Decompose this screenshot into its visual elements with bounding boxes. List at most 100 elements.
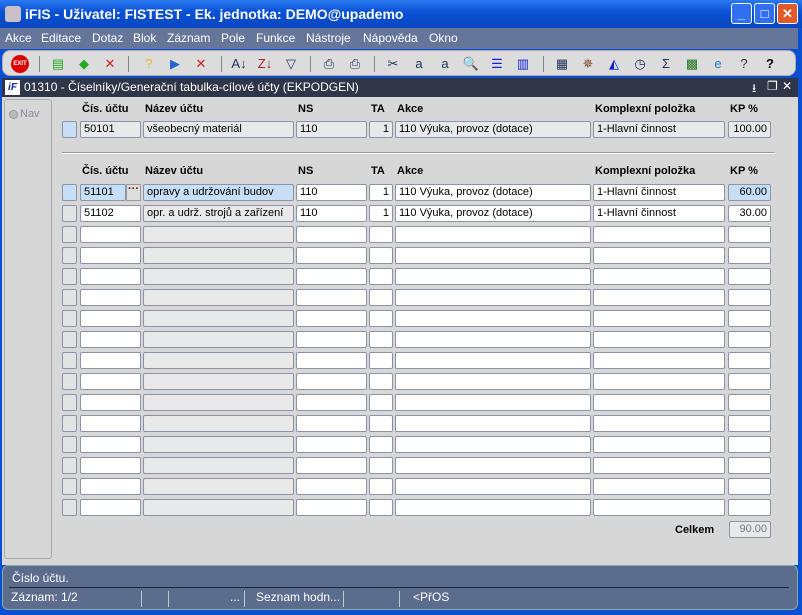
detail-nazev-field[interactable] <box>143 331 294 348</box>
detail-ta-field[interactable] <box>369 436 393 453</box>
detail-kp-field[interactable] <box>728 226 771 243</box>
detail-ns-field[interactable] <box>296 268 367 285</box>
save-record-icon[interactable]: ◆ <box>75 55 93 73</box>
detail-kp-field[interactable]: 30.00 <box>728 205 771 222</box>
master-cis-field[interactable]: 50101 <box>80 121 141 138</box>
detail-kp_item-field[interactable]: 1-Hlavní činnost <box>593 205 725 222</box>
master-row-selector[interactable] <box>62 121 77 138</box>
cancel-query-icon[interactable]: ✕ <box>192 55 210 73</box>
detail-cis-field[interactable] <box>80 247 141 264</box>
detail-cis-field[interactable] <box>80 499 141 516</box>
detail-nazev-field[interactable] <box>143 247 294 264</box>
detail-ns-field[interactable] <box>296 415 367 432</box>
find-icon[interactable]: 🔍 <box>462 55 480 73</box>
detail-kp_item-field[interactable] <box>593 226 725 243</box>
detail-cis-field[interactable] <box>80 478 141 495</box>
columns-icon[interactable]: ▥ <box>514 55 532 73</box>
detail-ns-field[interactable] <box>296 247 367 264</box>
detail-ns-field[interactable]: 110 <box>296 184 367 201</box>
detail-row-selector[interactable] <box>62 457 77 474</box>
sum-icon[interactable]: Σ <box>657 55 675 73</box>
help-icon[interactable]: ? <box>761 55 779 73</box>
detail-kp_item-field[interactable] <box>593 352 725 369</box>
detail-cis-field[interactable] <box>80 331 141 348</box>
detail-cis-field[interactable] <box>80 352 141 369</box>
menu-akce[interactable]: Akce <box>5 31 32 45</box>
detail-akce-field[interactable] <box>395 436 591 453</box>
minimize-button[interactable]: _ <box>731 3 752 24</box>
paste-icon[interactable]: a <box>436 55 454 73</box>
detail-cis-field[interactable]: 51101 <box>80 184 126 201</box>
detail-row-selector[interactable] <box>62 436 77 453</box>
detail-row-selector[interactable] <box>62 478 77 495</box>
detail-nazev-field[interactable] <box>143 478 294 495</box>
detail-row-selector[interactable] <box>62 373 77 390</box>
print-preview-icon[interactable]: ⎙ <box>346 55 364 73</box>
detail-row-selector[interactable] <box>62 499 77 516</box>
detail-kp_item-field[interactable] <box>593 478 725 495</box>
detail-ta-field[interactable] <box>369 415 393 432</box>
detail-row-selector[interactable] <box>62 394 77 411</box>
detail-cis-field[interactable] <box>80 457 141 474</box>
print-icon[interactable]: ⎙ <box>320 55 338 73</box>
detail-kp-field[interactable] <box>728 352 771 369</box>
menu-okno[interactable]: Okno <box>429 31 458 45</box>
detail-akce-field[interactable] <box>395 457 591 474</box>
detail-nazev-field[interactable]: opravy a udržování budov <box>143 184 294 201</box>
close-button[interactable]: ✕ <box>777 3 798 24</box>
detail-row-selector[interactable] <box>62 415 77 432</box>
cut-icon[interactable]: ✂ <box>384 55 402 73</box>
detail-ta-field[interactable] <box>369 331 393 348</box>
menu-editace[interactable]: Editace <box>41 31 81 45</box>
browser-icon[interactable]: e <box>709 55 727 73</box>
detail-kp_item-field[interactable] <box>593 268 725 285</box>
settings-icon[interactable]: ✵ <box>579 55 597 73</box>
detail-cis-field[interactable] <box>80 373 141 390</box>
detail-ta-field[interactable] <box>369 499 393 516</box>
detail-cis-field[interactable]: 51102 <box>80 205 141 222</box>
detail-nazev-field[interactable] <box>143 415 294 432</box>
nav-radio[interactable] <box>9 110 18 119</box>
menu-funkce[interactable]: Funkce <box>256 31 295 45</box>
detail-ta-field[interactable] <box>369 289 393 306</box>
detail-row-selector[interactable] <box>62 352 77 369</box>
detail-kp-field[interactable] <box>728 247 771 264</box>
detail-akce-field[interactable] <box>395 478 591 495</box>
detail-cis-field[interactable] <box>80 436 141 453</box>
detail-akce-field[interactable] <box>395 289 591 306</box>
detail-kp-field[interactable] <box>728 310 771 327</box>
detail-ta-field[interactable]: 1 <box>369 205 393 222</box>
detail-akce-field[interactable] <box>395 331 591 348</box>
maximize-button[interactable]: □ <box>754 3 775 24</box>
detail-ns-field[interactable] <box>296 352 367 369</box>
detail-akce-field[interactable]: 110 Výuka, provoz (dotace) <box>395 205 591 222</box>
menu-pole[interactable]: Pole <box>221 31 245 45</box>
detail-row-selector[interactable] <box>62 331 77 348</box>
detail-nazev-field[interactable] <box>143 457 294 474</box>
detail-cis-field[interactable] <box>80 394 141 411</box>
detail-akce-field[interactable] <box>395 310 591 327</box>
detail-ta-field[interactable] <box>369 457 393 474</box>
detail-kp-field[interactable] <box>728 415 771 432</box>
delete-record-icon[interactable]: ✕ <box>101 55 119 73</box>
detail-kp_item-field[interactable] <box>593 436 725 453</box>
exit-button[interactable]: EXIT <box>11 55 29 73</box>
detail-ns-field[interactable]: 110 <box>296 205 367 222</box>
detail-kp_item-field[interactable] <box>593 415 725 432</box>
detail-ns-field[interactable] <box>296 457 367 474</box>
lov-button[interactable]: ··· <box>126 184 141 201</box>
detail-akce-field[interactable] <box>395 268 591 285</box>
detail-row-selector[interactable] <box>62 268 77 285</box>
excel-icon[interactable]: ▩ <box>683 55 701 73</box>
master-ta-field[interactable]: 1 <box>369 121 393 138</box>
detail-ta-field[interactable] <box>369 226 393 243</box>
detail-kp_item-field[interactable] <box>593 247 725 264</box>
detail-nazev-field[interactable] <box>143 436 294 453</box>
detail-ta-field[interactable] <box>369 373 393 390</box>
restore-form-icon[interactable]: ❐ <box>767 79 778 93</box>
detail-kp_item-field[interactable] <box>593 289 725 306</box>
detail-kp-field[interactable] <box>728 268 771 285</box>
detail-akce-field[interactable] <box>395 226 591 243</box>
detail-ns-field[interactable] <box>296 394 367 411</box>
detail-kp_item-field[interactable]: 1-Hlavní činnost <box>593 184 725 201</box>
